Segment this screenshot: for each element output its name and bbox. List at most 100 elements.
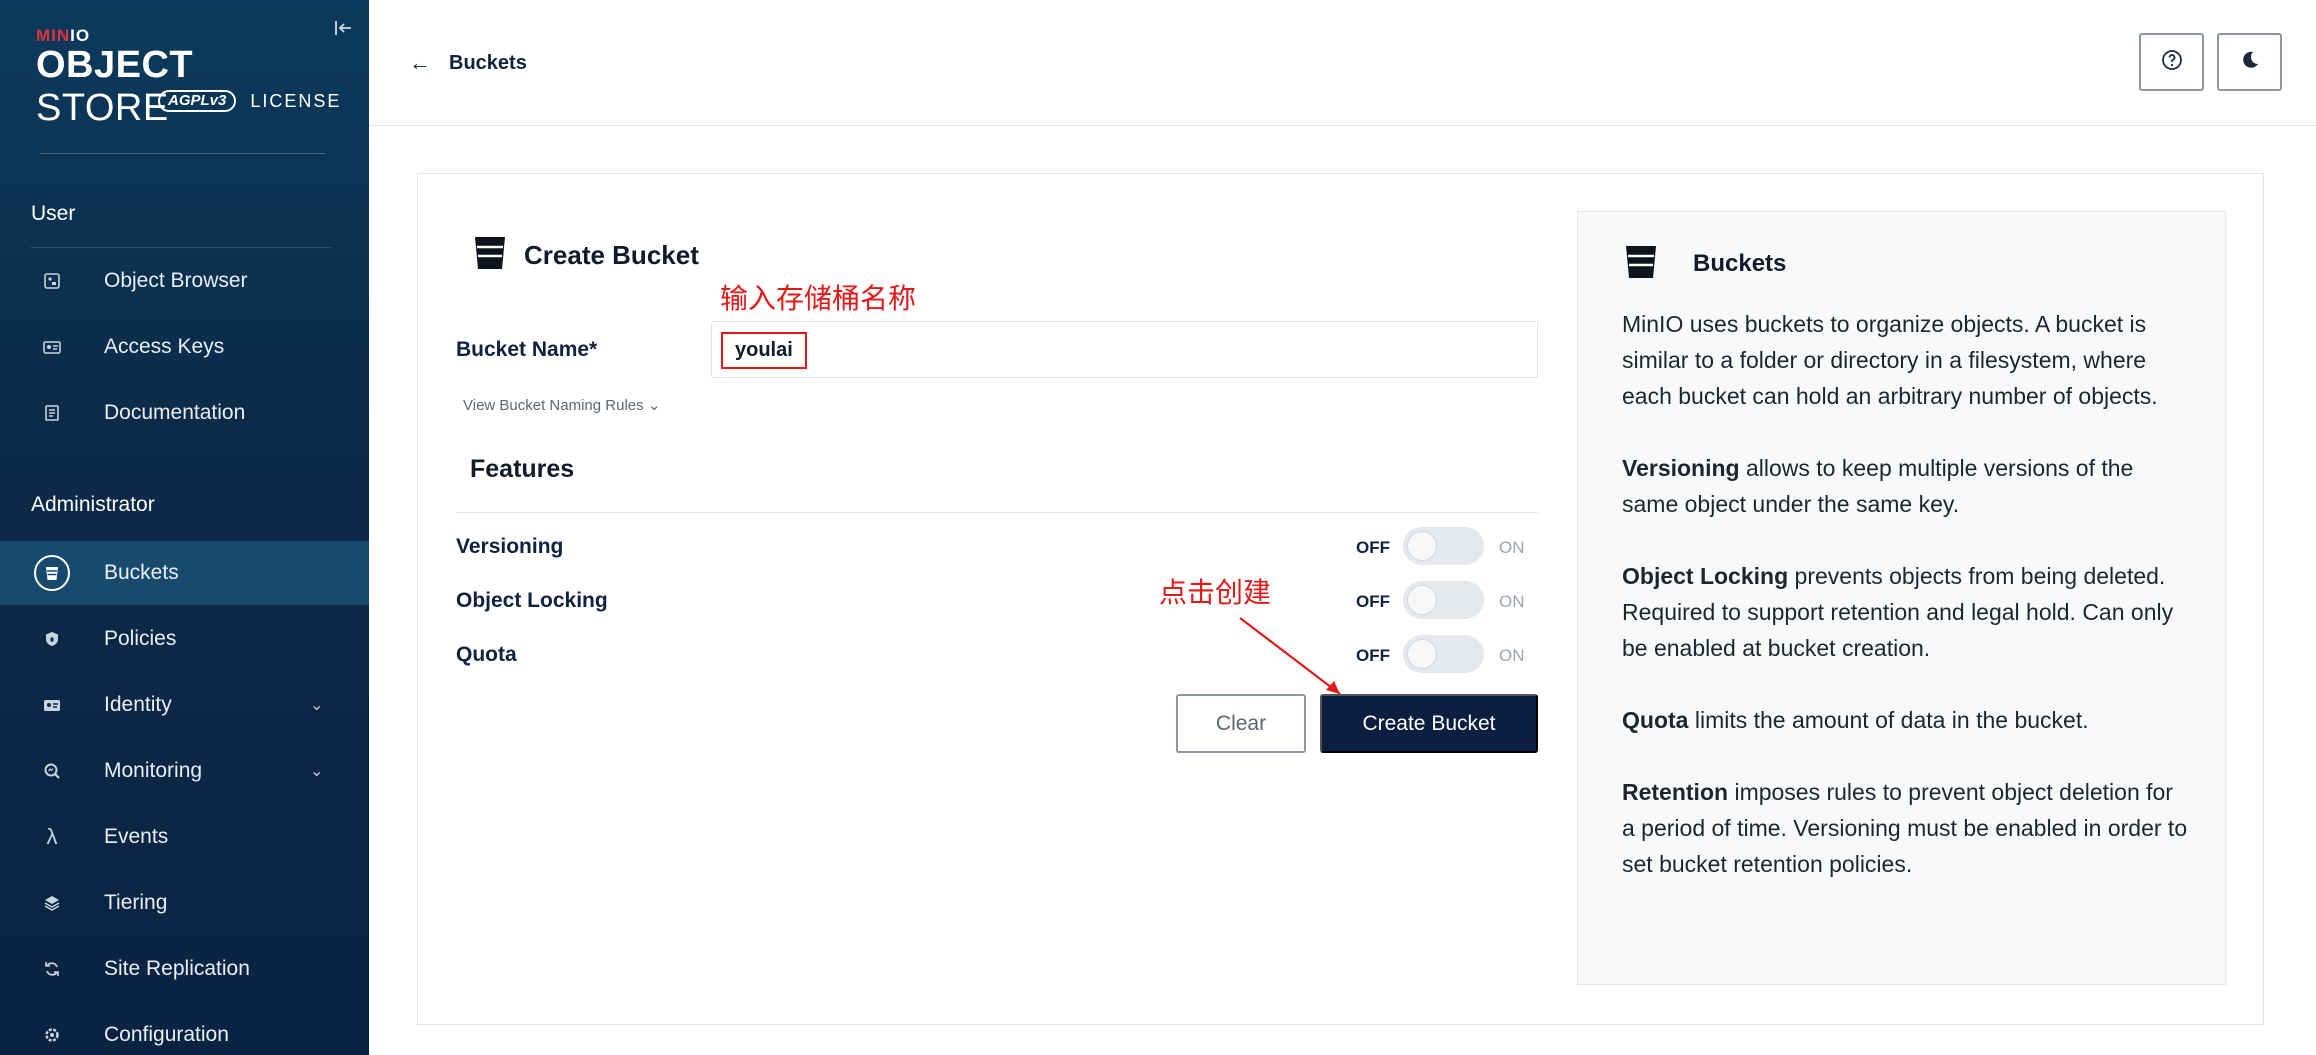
bucket-name-input[interactable] bbox=[711, 321, 1538, 378]
sidebar-item-label: Object Browser bbox=[104, 269, 248, 292]
sidebar-divider bbox=[40, 153, 325, 154]
layers-icon bbox=[34, 885, 70, 921]
brand-big-rest: STORE bbox=[36, 87, 169, 129]
quota-label: Quota bbox=[456, 643, 517, 666]
sidebar-item-monitoring[interactable]: Monitoring ⌄ bbox=[0, 739, 369, 803]
features-divider bbox=[456, 512, 1538, 513]
info-title: Buckets bbox=[1693, 250, 1787, 277]
moon-icon bbox=[2239, 49, 2261, 76]
annotation-enter-name: 输入存储桶名称 bbox=[720, 283, 917, 314]
arrow-left-icon: ← bbox=[409, 50, 431, 75]
sidebar-item-label: Monitoring bbox=[104, 759, 203, 782]
object-locking-off-label: OFF bbox=[1356, 592, 1390, 611]
chevron-down-icon[interactable]: ⌄ bbox=[310, 695, 323, 715]
sidebar-item-documentation[interactable]: Documentation bbox=[0, 381, 369, 445]
agpl-badge: AGPLv3 bbox=[158, 90, 237, 112]
brand-small-prefix: MIN bbox=[36, 26, 71, 45]
info-text: MinIO uses buckets to organize objects. … bbox=[1622, 306, 2192, 918]
sidebar-item-label: Policies bbox=[104, 627, 177, 650]
help-button[interactable] bbox=[2139, 33, 2204, 91]
documentation-icon bbox=[34, 395, 70, 431]
info-desc: limits the amount of data in the bucket. bbox=[1688, 707, 2089, 733]
bucket-name-value[interactable]: youlai bbox=[721, 332, 807, 369]
admin-section-title: Administrator bbox=[31, 493, 155, 516]
versioning-toggle[interactable] bbox=[1403, 527, 1484, 565]
sidebar-item-access-keys[interactable]: Access Keys bbox=[0, 315, 369, 379]
annotation-arrow bbox=[1239, 617, 1341, 695]
monitoring-icon bbox=[34, 753, 70, 789]
clear-button[interactable]: Clear bbox=[1176, 694, 1306, 753]
object-locking-on-label: ON bbox=[1499, 592, 1525, 611]
object-browser-icon bbox=[34, 263, 70, 299]
bucket-icon bbox=[34, 555, 70, 591]
page-header: ← Buckets bbox=[369, 0, 2316, 126]
sidebar-item-label: Buckets bbox=[104, 561, 179, 584]
sidebar-item-object-browser[interactable]: Object Browser bbox=[0, 249, 369, 313]
sidebar-item-identity[interactable]: Identity ⌄ bbox=[0, 673, 369, 737]
brand-small-suffix: IO bbox=[70, 26, 91, 45]
back-to-buckets-link[interactable]: ← Buckets bbox=[409, 50, 527, 76]
back-label: Buckets bbox=[449, 51, 527, 74]
app-root: MINIO OBJECT STORE AGPLv3 LICENSE User O… bbox=[0, 0, 2316, 1055]
collapse-sidebar-icon[interactable] bbox=[334, 18, 356, 40]
gear-icon bbox=[34, 1017, 70, 1053]
sidebar-item-tiering[interactable]: Tiering bbox=[0, 871, 369, 935]
versioning-label: Versioning bbox=[456, 535, 564, 558]
info-paragraph: Retention imposes rules to prevent objec… bbox=[1622, 774, 2192, 882]
sidebar-item-label: Access Keys bbox=[104, 335, 225, 358]
sidebar-item-label: Configuration bbox=[104, 1023, 229, 1046]
sidebar-item-policies[interactable]: Policies bbox=[0, 607, 369, 671]
quota-off-label: OFF bbox=[1356, 646, 1390, 665]
toggle-knob bbox=[1407, 531, 1437, 561]
chevron-down-icon[interactable]: ⌄ bbox=[310, 761, 323, 781]
bucket-icon bbox=[1622, 243, 1660, 281]
info-term: Object Locking bbox=[1622, 563, 1789, 589]
lambda-icon: λ bbox=[46, 824, 58, 849]
toggle-knob bbox=[1407, 585, 1437, 615]
view-naming-rules-link[interactable]: View Bucket Naming Rules ⌄ bbox=[463, 396, 660, 414]
help-icon bbox=[2161, 49, 2183, 76]
versioning-off-label: OFF bbox=[1356, 538, 1390, 557]
naming-rules-label: View Bucket Naming Rules bbox=[463, 397, 644, 414]
bucket-name-label: Bucket Name* bbox=[456, 338, 598, 361]
license-label: LICENSE bbox=[250, 90, 342, 111]
sidebar-item-configuration[interactable]: Configuration bbox=[0, 1003, 369, 1055]
toggle-knob bbox=[1407, 639, 1437, 669]
info-term: Quota bbox=[1622, 707, 1689, 733]
quota-toggle[interactable] bbox=[1403, 635, 1484, 673]
sidebar-item-label: Tiering bbox=[104, 891, 168, 914]
chevron-down-icon: ⌄ bbox=[647, 397, 661, 414]
quota-on-label: ON bbox=[1499, 646, 1525, 665]
sidebar-item-label: Identity bbox=[104, 693, 172, 716]
bucket-icon bbox=[471, 234, 509, 272]
brand-logo: MINIO OBJECT STORE AGPLv3 LICENSE bbox=[36, 26, 339, 130]
info-intro: MinIO uses buckets to organize objects. … bbox=[1622, 311, 2158, 409]
versioning-on-label: ON bbox=[1499, 538, 1525, 557]
sidebar: MINIO OBJECT STORE AGPLv3 LICENSE User O… bbox=[0, 0, 369, 1055]
info-term: Retention bbox=[1622, 779, 1729, 805]
access-keys-icon bbox=[34, 329, 70, 365]
info-paragraph: Quota limits the amount of data in the b… bbox=[1622, 702, 2192, 738]
user-section-title: User bbox=[31, 202, 76, 225]
create-bucket-button[interactable]: Create Bucket bbox=[1320, 694, 1538, 753]
sidebar-item-label: Documentation bbox=[104, 401, 246, 424]
sidebar-item-site-replication[interactable]: Site Replication bbox=[0, 937, 369, 1001]
form-title: Create Bucket bbox=[524, 240, 699, 270]
info-paragraph: Object Locking prevents objects from bei… bbox=[1622, 558, 2192, 666]
info-term: Versioning bbox=[1622, 455, 1740, 481]
replication-icon bbox=[34, 951, 70, 987]
annotation-click-create: 点击创建 bbox=[1159, 577, 1272, 608]
shield-icon bbox=[34, 621, 70, 657]
object-locking-label: Object Locking bbox=[456, 589, 608, 612]
object-locking-toggle[interactable] bbox=[1403, 581, 1484, 619]
dark-mode-toggle[interactable] bbox=[2217, 33, 2282, 91]
sidebar-item-buckets[interactable]: Buckets bbox=[0, 541, 369, 605]
sidebar-item-events[interactable]: λ Events bbox=[0, 805, 369, 869]
brand-big-bold: OBJECT bbox=[36, 44, 194, 86]
features-title: Features bbox=[470, 455, 575, 483]
sidebar-item-label: Events bbox=[104, 825, 169, 848]
info-paragraph: Versioning allows to keep multiple versi… bbox=[1622, 450, 2192, 522]
user-section-line bbox=[31, 247, 331, 248]
identity-icon bbox=[34, 687, 70, 723]
sidebar-item-label: Site Replication bbox=[104, 957, 250, 980]
